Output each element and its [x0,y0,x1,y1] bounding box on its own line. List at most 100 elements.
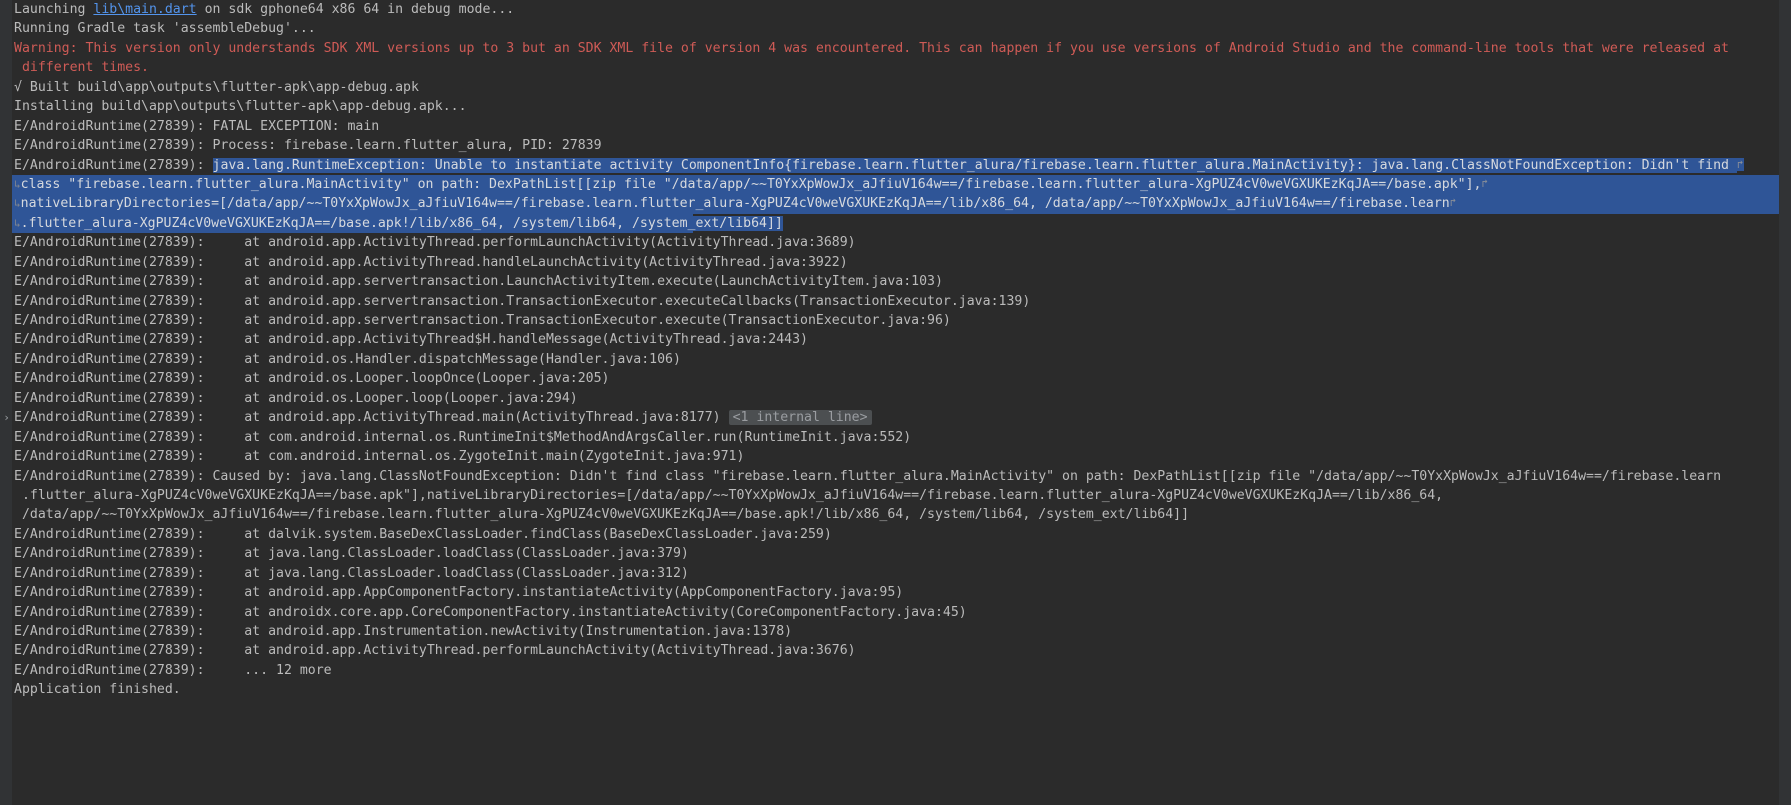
console-line[interactable]: E/AndroidRuntime(27839): at android.app.… [0,330,1791,349]
log-text: E/AndroidRuntime(27839): Process: fireba… [14,138,602,154]
log-text: E/AndroidRuntime(27839): at android.app.… [14,235,856,251]
folded-lines-badge[interactable]: <1 internal line> [728,410,872,426]
wrap-continuation-icon: ↳ [14,197,21,211]
console-line[interactable]: E/AndroidRuntime(27839): at android.app.… [0,583,1791,602]
console-line-content: E/AndroidRuntime(27839): at com.android.… [14,449,744,464]
console-line-content: .flutter_alura-XgPUZ4cV0weVGXUKEzKqJA==/… [14,488,1443,503]
console-line-content: E/AndroidRuntime(27839): Caused by: java… [14,469,1721,484]
log-text: on sdk gphone64 x86 64 in debug mode... [196,2,515,17]
console-line[interactable]: E/AndroidRuntime(27839): at android.os.H… [0,350,1791,369]
console-line[interactable]: E/AndroidRuntime(27839): at android.app.… [0,253,1791,272]
log-text: E/AndroidRuntime(27839): at android.os.L… [14,371,610,387]
console-line[interactable]: E/AndroidRuntime(27839): at com.android.… [0,428,1791,447]
console-output[interactable]: Launching lib\main.dart on sdk gphone64 … [0,0,1791,700]
log-text: E/AndroidRuntime(27839): at android.app.… [14,624,793,639]
wrap-arrow-icon: ↱ [1449,196,1457,210]
console-line[interactable]: Launching lib\main.dart on sdk gphone64 … [0,0,1791,19]
console-line[interactable]: E/AndroidRuntime(27839): at android.app.… [0,272,1791,291]
console-line[interactable]: ↳.flutter_alura-XgPUZ4cV0weVGXUKEzKqJA==… [0,213,1791,234]
console-line[interactable]: E/AndroidRuntime(27839): Process: fireba… [0,136,1791,155]
console-line-content: ↳class "firebase.learn.flutter_alura.Mai… [14,176,1489,192]
console-line[interactable]: E/AndroidRuntime(27839): at androidx.cor… [0,603,1791,622]
console-line[interactable]: E/AndroidRuntime(27839): Caused by: java… [0,467,1791,486]
console-line[interactable]: E/AndroidRuntime(27839): at android.app.… [0,233,1791,252]
console-line[interactable]: ↳class "firebase.learn.flutter_alura.Mai… [0,174,1791,195]
console-line[interactable]: E/AndroidRuntime(27839): ... 12 more [0,661,1791,680]
console-line-content: E/AndroidRuntime(27839): at android.app.… [14,313,951,328]
log-text: √ Built build\app\outputs\flutter-apk\ap… [14,79,419,95]
console-line[interactable]: E/AndroidRuntime(27839): at dalvik.syste… [0,525,1791,544]
console-line[interactable]: E/AndroidRuntime(27839): at java.lang.Cl… [0,544,1791,563]
fold-expand-icon[interactable]: › [1,408,12,427]
log-text: .flutter_alura-XgPUZ4cV0weVGXUKEzKqJA==/… [14,487,1444,503]
log-text: E/AndroidRuntime(27839): [14,157,213,173]
console-line[interactable]: E/AndroidRuntime(27839): at android.app.… [0,292,1791,311]
console-line-content: E/AndroidRuntime(27839): at android.app.… [14,410,872,426]
console-line-content: E/AndroidRuntime(27839): at java.lang.Cl… [14,566,689,581]
wrap-arrow-icon: ↱ [1736,157,1744,171]
console-line-content: Launching lib\main.dart on sdk gphone64 … [14,2,514,17]
console-line[interactable]: /data/app/~~T0YxXpWowJx_aJfiuV164w==/fir… [0,505,1791,524]
wrap-arrow-icon: ↱ [1481,176,1489,190]
console-line-content: E/AndroidRuntime(27839): at dalvik.syste… [14,527,832,542]
log-text: E/AndroidRuntime(27839): at android.app.… [14,274,943,290]
console-line[interactable]: E/AndroidRuntime(27839): at android.os.L… [0,389,1791,408]
console-line[interactable]: E/AndroidRuntime(27839): at java.lang.Cl… [0,564,1791,583]
console-line[interactable]: E/AndroidRuntime(27839): java.lang.Runti… [0,156,1791,175]
console-line-content: Running Gradle task 'assembleDebug'... [14,21,316,36]
log-text: E/AndroidRuntime(27839): at android.os.L… [14,390,578,406]
log-text: E/AndroidRuntime(27839): at android.app.… [14,332,808,348]
console-line[interactable]: Installing build\app\outputs\flutter-apk… [0,97,1791,116]
console-line[interactable]: √ Built build\app\outputs\flutter-apk\ap… [0,78,1791,97]
console-line[interactable]: Running Gradle task 'assembleDebug'... [0,19,1791,38]
log-text: E/AndroidRuntime(27839): ... 12 more [14,662,332,678]
wrap-continuation-icon: ↳ [14,216,21,230]
console-line-content: E/AndroidRuntime(27839): at com.android.… [14,430,911,445]
console-line-content: E/AndroidRuntime(27839): at java.lang.Cl… [14,546,689,561]
selected-log-text[interactable]: .flutter_alura-XgPUZ4cV0weVGXUKEzKqJA==/… [20,215,783,231]
console-line-content: E/AndroidRuntime(27839): at android.os.H… [14,352,681,367]
console-line[interactable]: E/AndroidRuntime(27839): at com.android.… [0,447,1791,466]
console-line[interactable]: .flutter_alura-XgPUZ4cV0weVGXUKEzKqJA==/… [0,486,1791,505]
log-text: E/AndroidRuntime(27839): at android.app.… [14,410,729,426]
selected-log-text[interactable]: class "firebase.learn.flutter_alura.Main… [20,176,1482,192]
source-file-link[interactable]: lib\main.dart [93,2,196,17]
console-line-content: E/AndroidRuntime(27839): FATAL EXCEPTION… [14,119,379,134]
selected-log-text[interactable]: nativeLibraryDirectories=[/data/app/~~T0… [20,196,1450,212]
console-line[interactable]: E/AndroidRuntime(27839): FATAL EXCEPTION… [0,117,1791,136]
console-line-content: E/AndroidRuntime(27839): at androidx.cor… [14,605,967,620]
console-line-content: Installing build\app\outputs\flutter-apk… [14,99,467,114]
console-line-content: E/AndroidRuntime(27839): at android.app.… [14,294,1030,309]
log-text: Running Gradle task 'assembleDebug'... [14,21,316,37]
console-line[interactable]: › E/AndroidRuntime(27839): at android.app… [0,408,1791,427]
console-line[interactable]: different times. [0,58,1791,77]
console-right-gutter[interactable] [1779,0,1791,805]
console-line[interactable]: E/AndroidRuntime(27839): at android.app.… [0,622,1791,641]
console-line[interactable]: ↳nativeLibraryDirectories=[/data/app/~~T… [0,194,1791,214]
console-line-content: Application finished. [14,682,181,697]
log-text: E/AndroidRuntime(27839): at com.android.… [14,429,912,445]
console-line-content: E/AndroidRuntime(27839): ... 12 more [14,663,332,678]
console-line-content: E/AndroidRuntime(27839): at android.app.… [14,585,903,600]
wrap-continuation-icon: ↳ [14,177,21,191]
console-line[interactable]: E/AndroidRuntime(27839): at android.app.… [0,311,1791,330]
log-text: E/AndroidRuntime(27839): at java.lang.Cl… [14,565,689,581]
log-text: /data/app/~~T0YxXpWowJx_aJfiuV164w==/fir… [14,507,1190,523]
log-text: E/AndroidRuntime(27839): at android.app.… [14,585,904,601]
console-left-gutter [0,0,12,805]
console-line[interactable]: Warning: This version only understands S… [0,39,1791,58]
log-error-text: Warning: This version only understands S… [14,40,1729,56]
console-line-content: E/AndroidRuntime(27839): at android.app.… [14,624,792,639]
console-line[interactable]: Application finished. [0,680,1791,699]
log-text: E/AndroidRuntime(27839): at android.app.… [14,313,951,328]
selected-log-text[interactable]: java.lang.RuntimeException: Unable to in… [212,157,1737,173]
log-text: E/AndroidRuntime(27839): at dalvik.syste… [14,526,832,542]
run-console-panel[interactable]: Launching lib\main.dart on sdk gphone64 … [0,0,1791,805]
console-line-content: /data/app/~~T0YxXpWowJx_aJfiuV164w==/fir… [14,507,1189,522]
log-text: E/AndroidRuntime(27839): at android.app.… [14,254,848,270]
console-line[interactable]: E/AndroidRuntime(27839): at android.app.… [0,641,1791,660]
console-line-content: E/AndroidRuntime(27839): at android.os.L… [14,391,578,406]
console-line[interactable]: E/AndroidRuntime(27839): at android.os.L… [0,369,1791,388]
console-line-content: E/AndroidRuntime(27839): at android.os.L… [14,371,609,386]
console-line-content: Warning: This version only understands S… [14,41,1729,56]
